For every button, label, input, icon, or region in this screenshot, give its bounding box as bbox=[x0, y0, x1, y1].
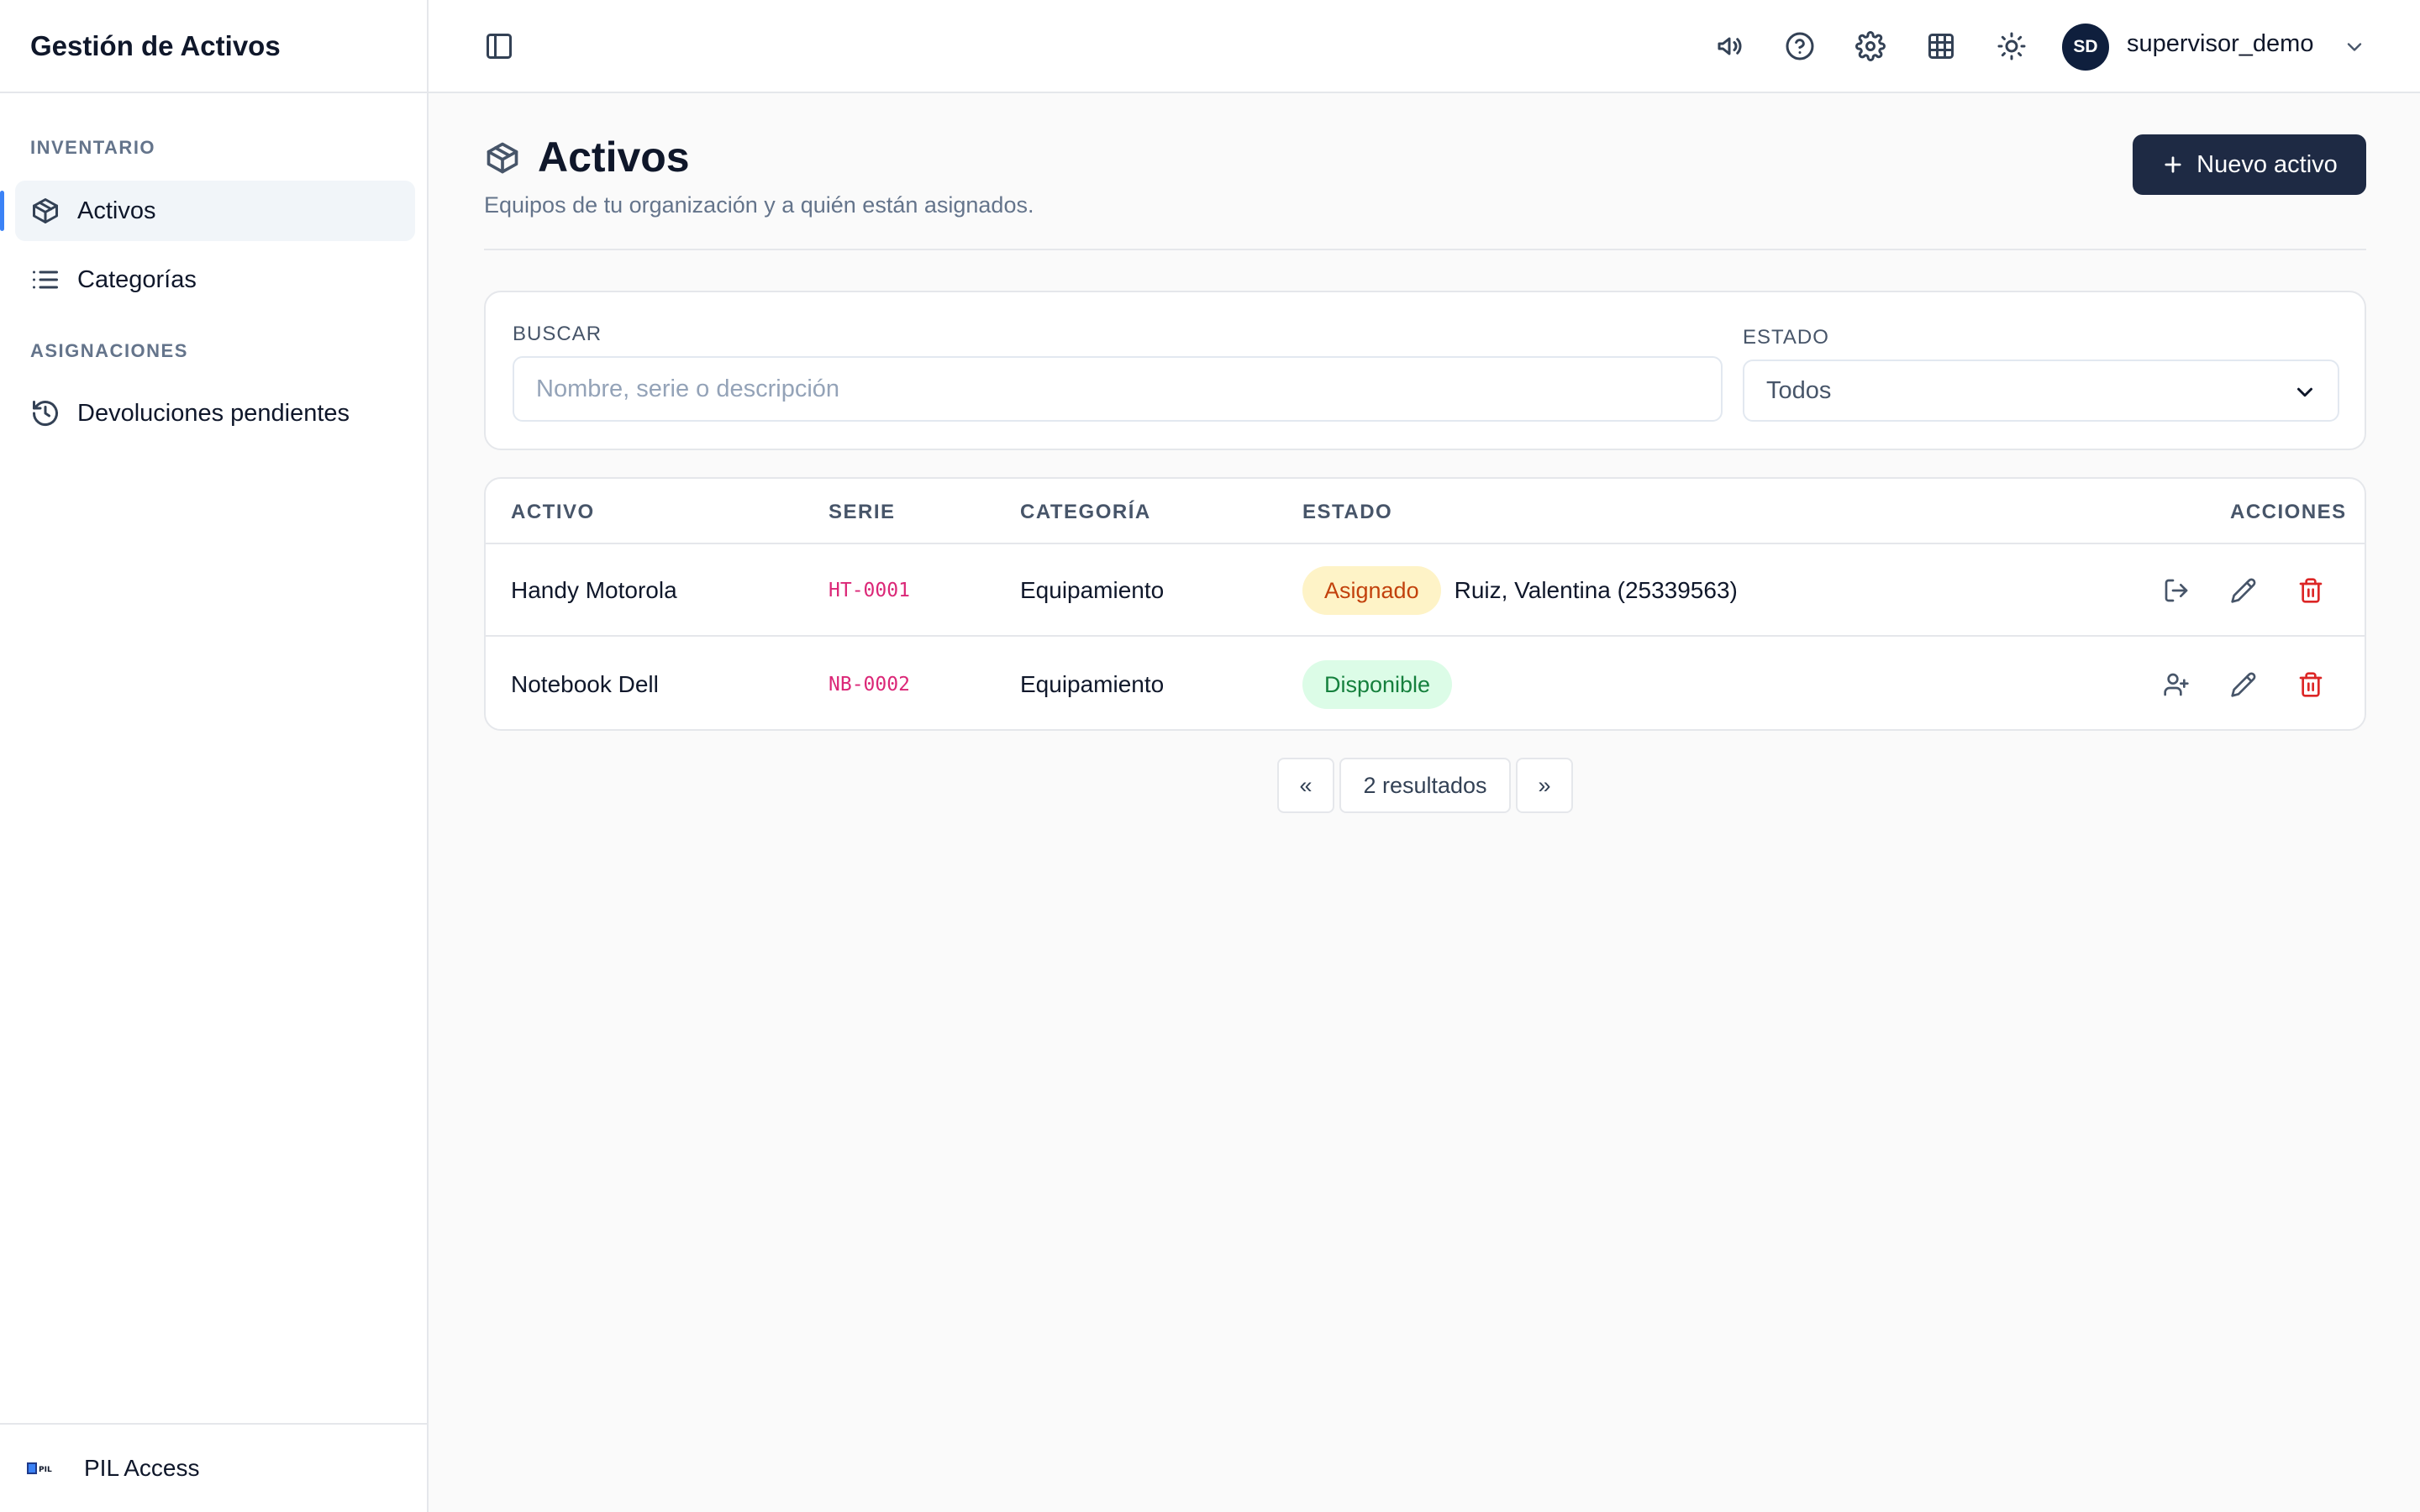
trash-icon[interactable] bbox=[2297, 577, 2324, 604]
search-label: BUSCAR bbox=[513, 323, 602, 345]
box-icon bbox=[30, 196, 60, 226]
sidebar-item-activos[interactable]: Activos bbox=[0, 181, 415, 241]
svg-text:PIL: PIL bbox=[39, 1466, 52, 1474]
cell-serie: NB-0002 bbox=[829, 674, 910, 696]
assigned-to: Ruiz, Valentina (25339563) bbox=[1454, 577, 1738, 603]
app-title: Gestión de Activos bbox=[0, 0, 427, 93]
list-icon bbox=[30, 265, 60, 295]
estado-select[interactable]: Todos bbox=[1743, 360, 2339, 422]
sidebar-footer[interactable]: PIL PIL Access bbox=[0, 1423, 427, 1512]
new-asset-button[interactable]: Nuevo activo bbox=[2133, 134, 2366, 195]
avatar[interactable]: SD bbox=[2062, 24, 2109, 71]
pagination-prev-button[interactable]: « bbox=[1277, 758, 1334, 813]
gear-icon[interactable] bbox=[1855, 31, 1886, 61]
help-icon[interactable] bbox=[1785, 31, 1815, 61]
sidebar-item-label: Activos bbox=[77, 197, 156, 224]
sidebar-section-inventario: INVENTARIO bbox=[30, 137, 156, 158]
cell-estado: Disponible bbox=[1302, 638, 1453, 729]
page-title: Activos bbox=[538, 134, 690, 181]
assets-table: ACTIVO SERIE CATEGORÍA ESTADO ACCIONES H… bbox=[484, 477, 2366, 731]
return-icon[interactable] bbox=[2163, 577, 2190, 604]
assign-user-icon[interactable] bbox=[2163, 671, 2190, 698]
footer-label: PIL Access bbox=[84, 1455, 200, 1481]
top-header: SD supervisor_demo bbox=[429, 0, 2420, 93]
sidebar: Gestión de Activos INVENTARIO Activos Ca… bbox=[0, 0, 429, 1512]
cell-categoria: Equipamiento bbox=[1020, 577, 1165, 603]
plus-icon bbox=[2161, 153, 2185, 176]
sidebar-section-asignaciones: ASIGNACIONES bbox=[30, 340, 188, 361]
sidebar-item-label: Devoluciones pendientes bbox=[77, 399, 350, 427]
trash-icon[interactable] bbox=[2297, 671, 2324, 698]
edit-icon[interactable] bbox=[2230, 671, 2257, 698]
column-header-categoria: CATEGORÍA bbox=[1020, 501, 1151, 523]
cell-estado: Asignado Ruiz, Valentina (25339563) bbox=[1302, 544, 1738, 637]
grid-icon[interactable] bbox=[1926, 31, 1956, 61]
column-header-serie: SERIE bbox=[829, 501, 896, 523]
pil-logo: PIL bbox=[27, 1459, 57, 1478]
megaphone-icon[interactable] bbox=[1714, 31, 1744, 61]
cell-activo: Handy Motorola bbox=[511, 577, 677, 603]
chevron-down-icon[interactable] bbox=[2343, 35, 2366, 59]
cell-activo: Notebook Dell bbox=[511, 671, 659, 697]
table-row: Handy Motorola HT-0001 Equipamiento Asig… bbox=[486, 544, 2365, 637]
sun-icon[interactable] bbox=[1996, 31, 2027, 61]
sidebar-toggle-icon[interactable] bbox=[484, 31, 514, 61]
table-row: Notebook Dell NB-0002 Equipamiento Dispo… bbox=[486, 638, 2365, 729]
column-header-activo: ACTIVO bbox=[511, 501, 595, 523]
sidebar-item-categorias[interactable]: Categorías bbox=[15, 249, 415, 310]
cell-categoria: Equipamiento bbox=[1020, 671, 1165, 697]
user-name[interactable]: supervisor_demo bbox=[2127, 30, 2313, 58]
pagination-next-button[interactable]: » bbox=[1516, 758, 1573, 813]
chevron-down-icon bbox=[2292, 380, 2317, 405]
history-icon bbox=[30, 398, 60, 428]
status-badge: Asignado bbox=[1302, 566, 1441, 615]
pagination-info: 2 resultados bbox=[1339, 758, 1511, 813]
filter-card: BUSCAR ESTADO Todos bbox=[484, 291, 2366, 450]
status-badge: Disponible bbox=[1302, 660, 1453, 709]
table-header: ACTIVO SERIE CATEGORÍA ESTADO ACCIONES bbox=[486, 479, 2365, 544]
header-divider bbox=[484, 249, 2366, 250]
search-input[interactable] bbox=[513, 356, 1723, 422]
edit-icon[interactable] bbox=[2230, 577, 2257, 604]
box-icon bbox=[484, 139, 521, 176]
sidebar-item-devoluciones[interactable]: Devoluciones pendientes bbox=[15, 383, 415, 444]
page-subtitle: Equipos de tu organización y a quién est… bbox=[484, 192, 1034, 218]
column-header-estado: ESTADO bbox=[1302, 501, 1393, 523]
estado-select-value: Todos bbox=[1766, 376, 1832, 404]
estado-label: ESTADO bbox=[1743, 326, 1829, 349]
cell-serie: HT-0001 bbox=[829, 580, 910, 601]
sidebar-item-label: Categorías bbox=[77, 265, 197, 293]
column-header-acciones: ACCIONES bbox=[2230, 501, 2347, 523]
new-asset-label: Nuevo activo bbox=[2196, 150, 2338, 178]
